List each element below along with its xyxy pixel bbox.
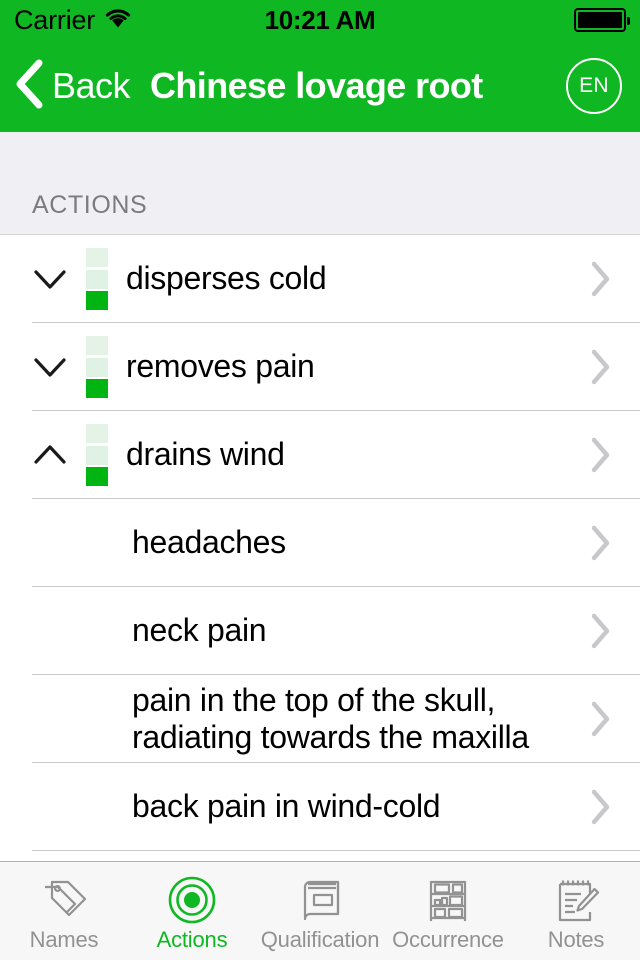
chevron-right-icon[interactable] <box>590 612 612 650</box>
carrier-label: Carrier <box>14 4 96 35</box>
tags-icon <box>38 875 90 925</box>
chevron-right-icon[interactable] <box>590 260 612 298</box>
indication-row[interactable]: back pain in wind-cold <box>0 763 640 851</box>
navigation-bar: Back Chinese lovage root EN <box>0 40 640 132</box>
level-segment <box>86 291 108 310</box>
chevron-right-icon[interactable] <box>590 436 612 474</box>
app-root: Carrier 10:21 AM Back Chinese lovage roo… <box>0 0 640 960</box>
section-header-actions: ACTIONS <box>0 132 640 235</box>
action-row[interactable]: disperses cold <box>0 235 640 323</box>
row-label: pain in the top of the skull, radiating … <box>132 681 529 755</box>
chevron-down-icon[interactable] <box>24 341 76 393</box>
battery-fill <box>578 12 622 28</box>
chevron-right-icon[interactable] <box>590 788 612 826</box>
action-row[interactable]: removes pain <box>0 323 640 411</box>
tab-names[interactable]: Names <box>0 862 128 960</box>
row-label: disperses cold <box>126 260 327 297</box>
shelf-icon <box>424 875 472 925</box>
chevron-down-icon[interactable] <box>24 253 76 305</box>
level-segment <box>86 424 108 443</box>
chevron-right-icon[interactable] <box>590 348 612 386</box>
language-badge[interactable]: EN <box>566 58 622 114</box>
row-label: neck pain <box>132 612 267 649</box>
chevron-up-icon[interactable] <box>24 429 76 481</box>
indication-row[interactable]: pain in the top of the skull, radiating … <box>0 675 640 763</box>
chevron-right-icon[interactable] <box>590 524 612 562</box>
tab-label: Qualification <box>260 927 380 952</box>
tab-label: Names <box>29 927 99 952</box>
status-bar-left: Carrier <box>14 4 132 35</box>
row-label: drains wind <box>126 436 285 473</box>
tab-notes[interactable]: Notes <box>512 862 640 960</box>
indication-row[interactable]: headaches <box>0 499 640 587</box>
tab-actions[interactable]: Actions <box>128 862 256 960</box>
chevron-left-icon <box>14 59 44 114</box>
level-segment <box>86 467 108 486</box>
action-row[interactable]: drains wind <box>0 411 640 499</box>
actions-list[interactable]: disperses cold removes pain drains wind hea… <box>0 235 640 861</box>
notepad-pencil-icon <box>551 875 601 925</box>
tab-qualification[interactable]: Qualification <box>256 862 384 960</box>
level-indicator <box>86 336 108 398</box>
section-header-label: ACTIONS <box>32 191 148 219</box>
tab-label: Actions <box>156 927 228 952</box>
level-segment <box>86 357 108 377</box>
row-label: headaches <box>132 524 286 561</box>
status-bar: Carrier 10:21 AM <box>0 0 640 40</box>
row-label: removes pain <box>126 348 315 385</box>
back-label: Back <box>52 65 131 106</box>
indication-row[interactable]: neck pain <box>0 587 640 675</box>
level-indicator <box>86 424 108 486</box>
row-label: back pain in wind-cold <box>132 788 441 825</box>
tab-label: Occurrence <box>392 927 504 952</box>
tab-bar: Names Actions Qualification Occurrence Notes <box>0 861 640 960</box>
level-segment <box>86 379 108 398</box>
level-indicator <box>86 248 108 310</box>
tab-occurrence[interactable]: Occurrence <box>384 862 512 960</box>
chevron-right-icon[interactable] <box>590 700 612 738</box>
target-icon <box>167 875 217 925</box>
level-segment <box>86 336 108 355</box>
back-button[interactable]: Back <box>14 59 131 114</box>
level-segment <box>86 445 108 465</box>
status-bar-right <box>574 8 630 32</box>
page-title: Chinese lovage root <box>150 65 483 106</box>
row-separator <box>32 850 640 851</box>
level-segment <box>86 269 108 289</box>
level-segment <box>86 248 108 267</box>
battery-full-icon <box>574 8 630 32</box>
book-icon <box>296 875 344 925</box>
wifi-icon <box>104 7 132 33</box>
tab-label: Notes <box>547 927 605 952</box>
